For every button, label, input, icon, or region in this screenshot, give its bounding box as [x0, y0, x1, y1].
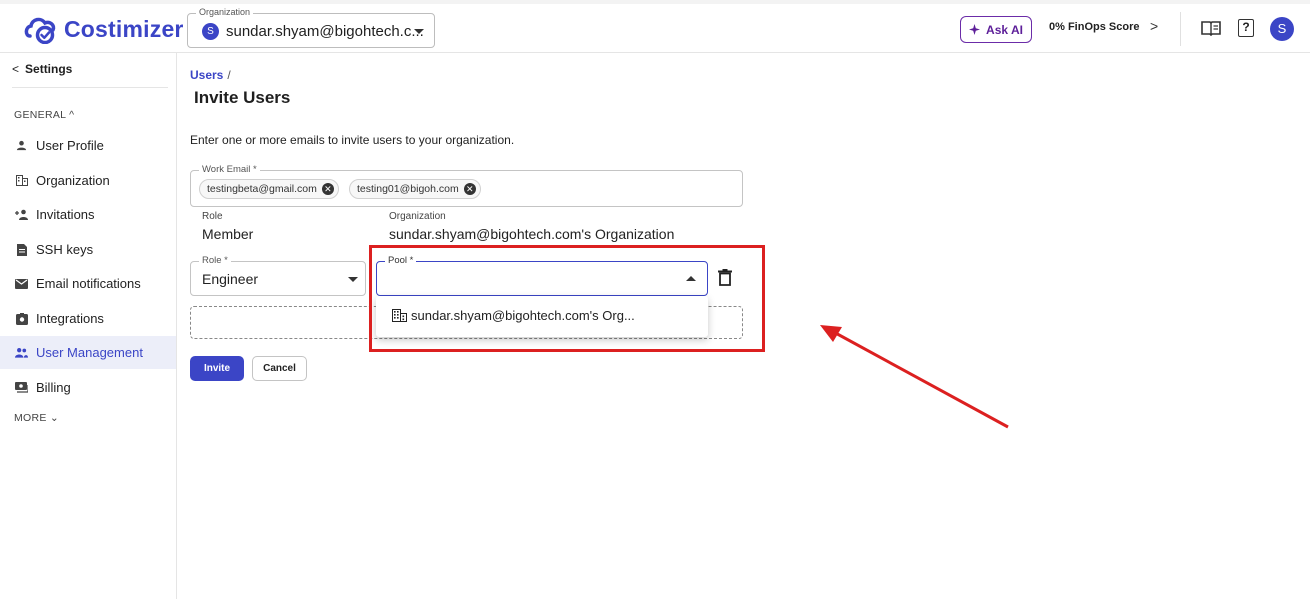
close-icon[interactable]: ✕ — [463, 183, 476, 195]
app-logo[interactable]: Costimizer — [24, 14, 184, 44]
settings-label: Settings — [25, 62, 73, 76]
sidebar-item-label: SSH keys — [36, 242, 94, 257]
sidebar-item-label: Integrations — [36, 311, 104, 326]
breadcrumb-users-link[interactable]: Users — [190, 68, 223, 82]
organization-select[interactable]: Organization S sundar.shyam@bigohtech.c.… — [187, 7, 435, 48]
default-organization-label: Organization — [389, 211, 446, 222]
sidebar-item-label: Invitations — [36, 207, 95, 222]
documentation-book-icon[interactable] — [1201, 20, 1221, 36]
email-chip-label: testingbeta@gmail.com — [207, 183, 317, 195]
chevron-left-icon: < — [12, 62, 20, 76]
chevron-down-icon — [348, 277, 358, 282]
document-icon — [15, 243, 28, 256]
person-icon — [15, 139, 28, 152]
sparkle-icon — [969, 24, 981, 35]
costimizer-logo-icon — [24, 17, 56, 44]
sidebar-item-invitations[interactable]: Invitations — [0, 198, 176, 231]
annotation-arrow-icon — [820, 325, 1009, 429]
organization-select-label: Organization — [196, 7, 254, 17]
email-chip-label: testing01@bigoh.com — [357, 183, 459, 195]
mail-icon — [15, 277, 28, 290]
sidebar-item-label: Email notifications — [36, 276, 141, 291]
back-to-settings[interactable]: < Settings — [12, 62, 72, 76]
organization-avatar: S — [202, 23, 219, 40]
top-bar: Costimizer Organization S sundar.shyam@b… — [0, 4, 1310, 53]
email-chip: testingbeta@gmail.com ✕ — [199, 179, 339, 199]
sidebar-item-label: Billing — [36, 380, 71, 395]
sidebar-item-billing[interactable]: Billing — [0, 371, 176, 404]
work-email-field[interactable]: Work Email * testingbeta@gmail.com ✕ tes… — [190, 164, 743, 207]
sidebar-item-ssh-keys[interactable]: SSH keys — [0, 233, 176, 266]
sidebar-item-email-notifications[interactable]: Email notifications — [0, 267, 176, 300]
sidebar-item-integrations[interactable]: Integrations — [0, 302, 176, 335]
building-icon — [15, 174, 28, 187]
sidebar-item-user-profile[interactable]: User Profile — [0, 129, 176, 162]
person-add-icon — [15, 208, 28, 221]
intro-text: Enter one or more emails to invite users… — [190, 133, 515, 147]
integration-icon — [15, 312, 28, 325]
sidebar-item-user-management[interactable]: User Management — [0, 336, 176, 369]
help-icon[interactable]: ? — [1238, 19, 1254, 37]
sidebar-item-label: User Profile — [36, 138, 104, 153]
breadcrumb-separator: / — [227, 68, 231, 82]
email-chip: testing01@bigoh.com ✕ — [349, 179, 481, 199]
chevron-right-icon[interactable]: > — [1150, 18, 1158, 34]
default-role-value: Member — [202, 226, 254, 242]
breadcrumb: Users / — [190, 68, 231, 82]
annotation-highlight-box — [369, 245, 765, 352]
role-select-label: Role * — [199, 255, 231, 266]
page-title: Invite Users — [194, 88, 291, 107]
cancel-button[interactable]: Cancel — [252, 356, 307, 381]
ask-ai-label: Ask AI — [986, 22, 1023, 37]
settings-sidebar: < Settings GENERAL ^ User Profile Organiz… — [0, 53, 177, 599]
sidebar-divider — [12, 87, 168, 88]
sidebar-item-label: Organization — [36, 173, 110, 188]
app-name: Costimizer — [64, 15, 184, 42]
sidebar-item-organization[interactable]: Organization — [0, 164, 176, 197]
user-avatar[interactable]: S — [1270, 17, 1294, 41]
default-organization-value: sundar.shyam@bigohtech.com's Organizatio… — [389, 226, 675, 242]
billing-icon — [15, 381, 28, 394]
default-role-label: Role — [202, 211, 223, 222]
role-select[interactable]: Role * Engineer — [190, 255, 366, 296]
people-icon — [15, 346, 28, 359]
header-divider — [1180, 12, 1181, 46]
work-email-label: Work Email * — [199, 164, 260, 175]
organization-select-value: sundar.shyam@bigohtech.c... — [226, 23, 424, 40]
more-section-toggle[interactable]: MORE ⌄ — [14, 412, 59, 424]
general-section-toggle[interactable]: GENERAL ^ — [14, 109, 74, 121]
chevron-down-icon — [414, 29, 424, 34]
close-icon[interactable]: ✕ — [321, 183, 334, 195]
finops-score-link[interactable]: 0% FinOps Score — [1049, 21, 1139, 33]
role-select-value: Engineer — [202, 271, 259, 287]
ask-ai-button[interactable]: Ask AI — [960, 16, 1032, 43]
invite-button[interactable]: Invite — [190, 356, 244, 381]
sidebar-item-label: User Management — [36, 345, 143, 360]
